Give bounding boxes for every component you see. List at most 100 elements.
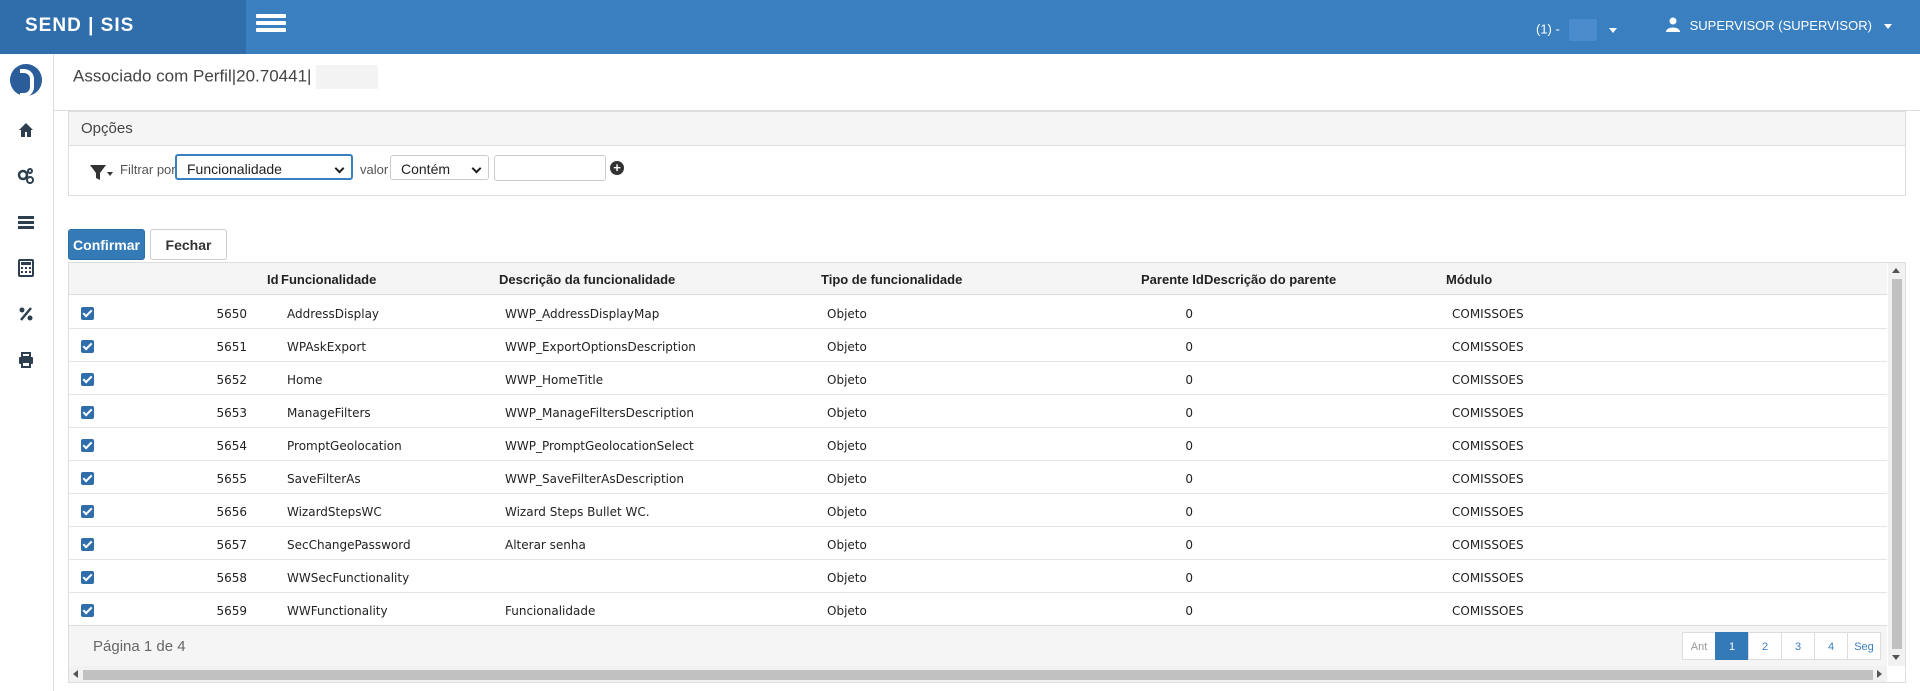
gears-icon[interactable]	[16, 166, 36, 186]
horizontal-scrollbar[interactable]	[69, 666, 1887, 682]
scroll-left-icon[interactable]	[73, 670, 78, 678]
brand-logo[interactable]: SEND | SIS	[0, 0, 246, 54]
col-desc-header[interactable]: Descrição da funcionalidade	[499, 272, 675, 287]
cell-module: COMISSOES	[1452, 604, 1524, 618]
table-row[interactable]: 5655 SaveFilterAs WWP_SaveFilterAsDescript…	[69, 461, 1887, 494]
row-checkbox[interactable]	[81, 439, 94, 452]
cell-type: Objeto	[827, 406, 867, 420]
pagination: Ant 1 2 3 4 Seg	[1682, 632, 1881, 660]
row-checkbox[interactable]	[81, 406, 94, 419]
cell-module: COMISSOES	[1452, 571, 1524, 585]
user-name: SUPERVISOR (SUPERVISOR)	[1689, 18, 1872, 33]
chevron-down-icon	[471, 163, 482, 174]
row-checkbox[interactable]	[81, 373, 94, 386]
table-row[interactable]: 5653 ManageFilters WWP_ManageFiltersDescri…	[69, 395, 1887, 428]
cell-module: COMISSOES	[1452, 340, 1524, 354]
col-type-header[interactable]: Tipo de funcionalidade	[821, 272, 962, 287]
cell-functionality: SaveFilterAs	[287, 472, 361, 486]
caret-down-icon	[1883, 24, 1892, 30]
filter-by-label: Filtrar por	[120, 162, 176, 177]
list-icon[interactable]	[16, 212, 36, 232]
scroll-down-icon[interactable]	[1892, 655, 1900, 660]
filter-field-select[interactable]: Funcionalidade	[175, 154, 353, 180]
cell-type: Objeto	[827, 439, 867, 453]
table-row[interactable]: 5659 WWFunctionality Funcionalidade Objeto 0…	[69, 593, 1887, 626]
cell-functionality: WizardStepsWC	[287, 505, 382, 519]
table-row[interactable]: 5654 PromptGeolocation WWP_PromptGeolocati…	[69, 428, 1887, 461]
vertical-scroll-thumb[interactable]	[1892, 279, 1902, 649]
company-selector[interactable]: (1) -	[1536, 19, 1618, 41]
cell-parent-id: 0	[1185, 472, 1193, 486]
prev-page-button[interactable]: Ant	[1682, 632, 1716, 660]
page-2-button[interactable]: 2	[1748, 632, 1782, 660]
cell-functionality: WWSecFunctionality	[287, 571, 410, 585]
row-checkbox[interactable]	[81, 538, 94, 551]
user-menu[interactable]: SUPERVISOR (SUPERVISOR)	[1666, 17, 1892, 33]
table-row[interactable]: 5651 WPAskExport WWP_ExportOptionsDescript…	[69, 329, 1887, 362]
page-info: Página 1 de 4	[93, 638, 186, 655]
cell-parent-id: 0	[1185, 406, 1193, 420]
cell-description: WWP_SaveFilterAsDescription	[505, 472, 684, 486]
cell-id: 5659	[216, 604, 247, 618]
col-parent-id-header[interactable]: Parente Id	[1141, 272, 1204, 287]
cell-description: WWP_ExportOptionsDescription	[505, 340, 696, 354]
print-icon[interactable]	[16, 350, 36, 370]
close-button[interactable]: Fechar	[150, 229, 227, 260]
main-content: Associado com Perfil|20.70441| Opções Fi…	[54, 54, 1920, 691]
company-label: (1) -	[1536, 21, 1560, 37]
row-checkbox[interactable]	[81, 505, 94, 518]
redacted-value	[316, 65, 379, 89]
cell-type: Objeto	[827, 538, 867, 552]
grid-footer: Página 1 de 4 Ant 1 2 3 4 Seg	[69, 625, 1887, 666]
row-checkbox[interactable]	[81, 472, 94, 485]
table-row[interactable]: 5656 WizardStepsWC Wizard Steps Bullet WC.…	[69, 494, 1887, 527]
cell-parent-id: 0	[1185, 439, 1193, 453]
operator-select[interactable]: Contém	[390, 155, 489, 180]
filter-icon[interactable]	[89, 163, 113, 183]
cell-id: 5654	[216, 439, 247, 453]
calculator-icon[interactable]	[16, 258, 36, 278]
next-page-button[interactable]: Seg	[1847, 632, 1881, 660]
col-parent-desc-header[interactable]: Descrição do parente	[1204, 272, 1336, 287]
home-icon[interactable]	[16, 120, 36, 140]
page-3-button[interactable]: 3	[1781, 632, 1815, 660]
cell-id: 5653	[216, 406, 247, 420]
cell-module: COMISSOES	[1452, 373, 1524, 387]
filter-value-input[interactable]	[494, 155, 606, 181]
row-checkbox[interactable]	[81, 604, 94, 617]
horizontal-scroll-thumb[interactable]	[83, 670, 1873, 680]
value-label: valor	[360, 162, 389, 177]
page-1-button[interactable]: 1	[1715, 632, 1749, 660]
col-id-header[interactable]: Id	[267, 272, 279, 287]
top-bar: SEND | SIS (1) - SUPERVISOR (SUPERVISOR)	[0, 0, 1920, 54]
table-row[interactable]: 5650 AddressDisplay WWP_AddressDisplayMap O…	[69, 296, 1887, 329]
row-checkbox[interactable]	[81, 307, 94, 320]
cell-description: Wizard Steps Bullet WC.	[505, 505, 650, 519]
table-row[interactable]: 5657 SecChangePassword Alterar senha Objeto…	[69, 527, 1887, 560]
menu-toggle-icon[interactable]	[256, 14, 286, 36]
cell-id: 5658	[216, 571, 247, 585]
cell-functionality: WWFunctionality	[287, 604, 388, 618]
options-panel: Opções Filtrar por Funcionalidade valor …	[68, 111, 1906, 196]
app-logo[interactable]	[10, 64, 42, 97]
row-checkbox[interactable]	[81, 340, 94, 353]
cell-module: COMISSOES	[1452, 406, 1524, 420]
col-func-header[interactable]: Funcionalidade	[281, 272, 376, 287]
table-row[interactable]: 5658 WWSecFunctionality Objeto 0 COMISSOES	[69, 560, 1887, 593]
scroll-up-icon[interactable]	[1892, 268, 1900, 273]
percent-icon[interactable]	[16, 304, 36, 324]
row-checkbox[interactable]	[81, 571, 94, 584]
cell-id: 5651	[216, 340, 247, 354]
confirm-button[interactable]: Confirmar	[68, 229, 145, 260]
add-filter-icon[interactable]: +	[610, 161, 624, 175]
cell-type: Objeto	[827, 373, 867, 387]
scroll-right-icon[interactable]	[1877, 670, 1882, 678]
cell-description: Alterar senha	[505, 538, 586, 552]
vertical-scrollbar[interactable]	[1888, 263, 1905, 666]
page-4-button[interactable]: 4	[1814, 632, 1848, 660]
table-row[interactable]: 5652 Home WWP_HomeTitle Objeto 0 COMISSOES	[69, 362, 1887, 395]
caret-down-icon	[1609, 27, 1618, 33]
cell-parent-id: 0	[1185, 571, 1193, 585]
col-module-header[interactable]: Módulo	[1446, 272, 1492, 287]
cell-module: COMISSOES	[1452, 472, 1524, 486]
